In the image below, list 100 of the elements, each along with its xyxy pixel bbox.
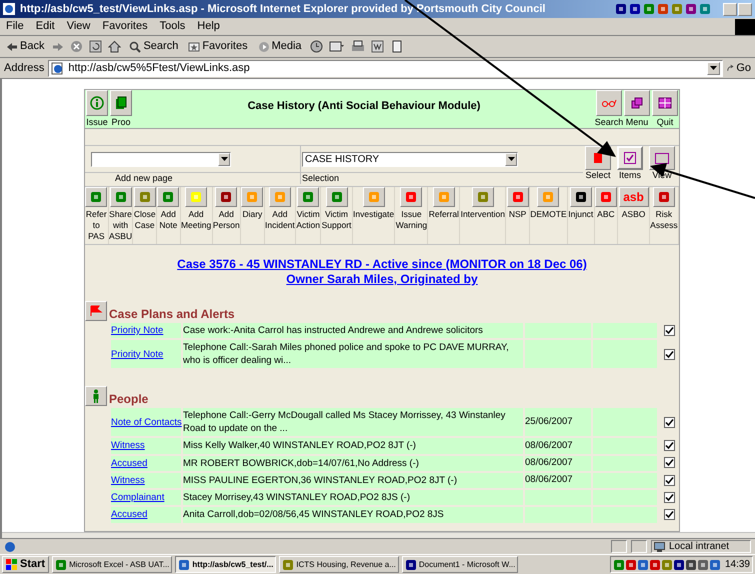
tile-icon [114, 191, 126, 203]
tile-icon [368, 191, 380, 203]
minimize-button[interactable] [723, 2, 737, 16]
page-select[interactable] [91, 152, 231, 166]
checkbox[interactable] [664, 492, 674, 503]
tile-icon [162, 191, 174, 203]
menu-item[interactable]: Edit [30, 18, 61, 35]
menu-item[interactable]: Help [191, 18, 226, 35]
action-button[interactable]: Add Note [157, 187, 181, 244]
media-icon [258, 40, 270, 52]
action-button[interactable]: DEMOTE [530, 187, 568, 244]
empty-cell [593, 472, 657, 488]
print-icon[interactable] [350, 40, 365, 53]
taskbar-button[interactable]: http://asb/cw5_test/... [175, 556, 276, 573]
tile-icon [330, 191, 342, 203]
section-button[interactable] [85, 386, 107, 406]
action-button[interactable]: Victim Action [296, 187, 322, 244]
action-button[interactable]: Referral [428, 187, 460, 244]
dropdown-button[interactable] [707, 62, 720, 74]
search-icon [129, 40, 142, 52]
word-edit-icon[interactable] [370, 40, 385, 53]
action-button[interactable]: Investigate [352, 187, 396, 244]
case-title-link[interactable]: Owner Sarah Miles, Originated by [286, 272, 478, 287]
stop-icon[interactable] [70, 40, 84, 53]
toolbar-button[interactable]: Back [4, 38, 46, 55]
checkbox[interactable] [664, 474, 674, 486]
menu-item[interactable]: Tools [154, 18, 192, 35]
asb-label: asb [623, 191, 644, 203]
type-link[interactable]: Accused [111, 509, 148, 520]
date-cell: 08/06/2007 [525, 472, 591, 488]
action-button[interactable]: Injunct [568, 187, 595, 244]
action-button[interactable]: asb ASBO [618, 187, 650, 244]
action-button[interactable]: Issue Warning [395, 187, 428, 244]
section-title: Case Plans and Alerts [109, 307, 235, 321]
section-title: People [109, 392, 148, 406]
stack-icon [631, 97, 643, 109]
history-icon[interactable] [310, 40, 323, 53]
action-button[interactable]: Risk Assess [650, 187, 679, 244]
window-title: http://asb/cw5_test/ViewLinks.asp - Microsoft Internet Explorer provided by Portsmouth City Council [20, 2, 546, 17]
refresh-icon[interactable] [89, 40, 102, 53]
go-button[interactable]: Go [727, 60, 751, 76]
page-icon [4, 540, 16, 552]
menu-item[interactable]: File [0, 18, 30, 35]
case-title-link[interactable]: Case 3576 - 45 WINSTANLEY RD - Active since (MONITOR on 18 Dec 06) [177, 257, 587, 272]
action-button[interactable]: Add Incident [264, 187, 296, 244]
checkbox[interactable] [664, 416, 674, 428]
zone-pane: Local intranet [651, 540, 751, 553]
checkbox[interactable] [664, 440, 674, 452]
checkbox[interactable] [664, 348, 674, 360]
action-button[interactable]: Refer to PAS [85, 187, 109, 244]
taskbar-button[interactable]: ICTS Housing, Revenue a... [279, 556, 399, 573]
forward-arrow-icon[interactable] [52, 42, 64, 52]
tray-icon [672, 558, 685, 570]
type-link[interactable]: Witness [111, 474, 145, 486]
type-link[interactable]: Accused [111, 458, 148, 468]
address-field[interactable]: http://asb/cw5%5Ftest/ViewLinks.asp [48, 60, 723, 76]
menu-item[interactable]: View [60, 18, 96, 35]
tile-icon [246, 191, 258, 203]
type-link[interactable]: Priority Note [111, 325, 164, 336]
app-shortcut-icon [629, 3, 641, 15]
action-button[interactable]: Close Case [133, 187, 158, 244]
toolbar-button[interactable]: Media [256, 38, 304, 55]
tray-icon [648, 558, 661, 570]
menu-item[interactable]: Favorites [96, 18, 154, 35]
action-button[interactable]: Add Meeting [180, 187, 212, 244]
app-shortcut-icon [657, 3, 669, 15]
checkbox[interactable] [664, 457, 674, 468]
type-link[interactable]: Complainant [111, 492, 164, 503]
empty-cell [593, 408, 657, 436]
page-icon [51, 62, 64, 74]
section-button[interactable] [85, 301, 107, 321]
type-link[interactable]: Priority Note [111, 348, 164, 360]
tray-icon [660, 558, 673, 570]
maximize-button[interactable] [738, 2, 752, 16]
description-cell: Anita Carroll,dob=02/08/56,45 WINSTANLEY ROAD,PO2 8JS [183, 507, 523, 522]
app-shortcut-icon [615, 3, 627, 15]
action-button[interactable]: Diary [241, 187, 265, 244]
type-link[interactable]: Witness [111, 440, 145, 452]
empty-cell [593, 438, 657, 454]
start-button[interactable]: Start [2, 556, 50, 573]
action-button[interactable]: Share with ASBU [108, 187, 134, 244]
taskbar-button[interactable]: Document1 - Microsoft W... [402, 556, 518, 573]
field-label: Add new page [85, 172, 300, 184]
toolbar-button[interactable]: Favorites [186, 38, 250, 55]
action-button[interactable]: NSP [506, 187, 530, 244]
toolbar-button[interactable]: Search [127, 38, 180, 55]
tray-icon [624, 558, 637, 570]
action-button[interactable]: Intervention [460, 187, 506, 244]
action-button[interactable]: Victim Support [321, 187, 353, 244]
taskbar-button[interactable]: Microsoft Excel - ASB UAT... [52, 556, 172, 573]
type-link[interactable]: Note of Contacts [111, 416, 182, 428]
action-button[interactable]: ABC [594, 187, 618, 244]
selection-select[interactable]: CASE HISTORY [302, 152, 518, 166]
checkbox[interactable] [664, 324, 674, 336]
tile-icon [512, 191, 524, 203]
description-cell: Telephone Call:-Gerry McDougall called Ms Stacey Morrissey, 43 Winstanley Road to update on the ... [183, 408, 523, 436]
horizontal-scrollbar[interactable] [2, 532, 755, 538]
checkbox[interactable] [664, 509, 674, 520]
home-icon[interactable] [108, 40, 122, 53]
action-button[interactable]: Add Person [212, 187, 242, 244]
